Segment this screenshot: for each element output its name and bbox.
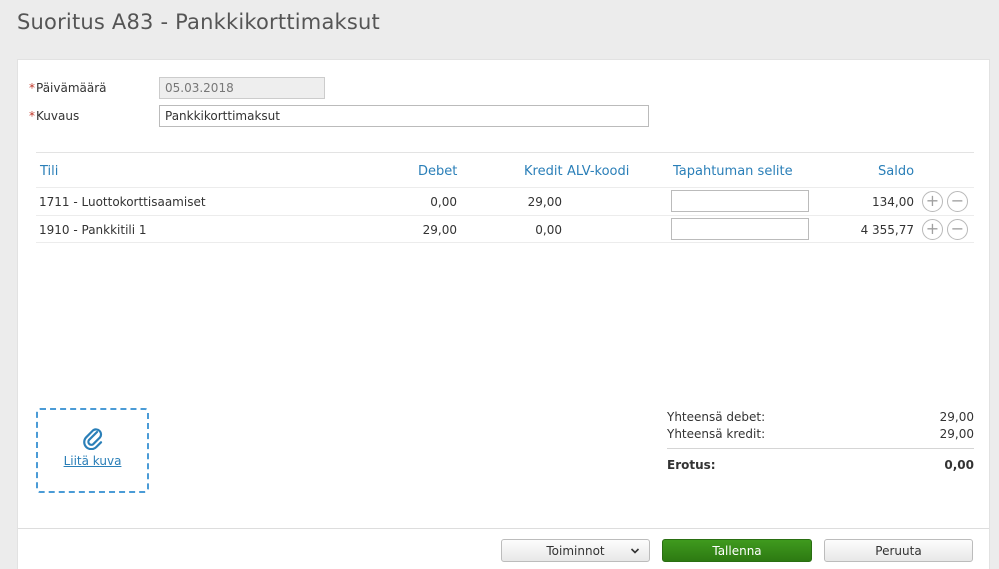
- header-vat-code[interactable]: ALV-koodi: [567, 164, 629, 179]
- required-mark: *: [29, 109, 35, 123]
- voucher-card: *Päivämäärä 05.03.2018 *Kuvaus Pankkikor…: [17, 59, 990, 569]
- cell-balance: 4 355,77: [860, 223, 914, 237]
- header-balance[interactable]: Saldo: [878, 164, 914, 179]
- add-row-button[interactable]: +: [922, 191, 943, 212]
- total-debit-row: Yhteensä debet: 29,00: [667, 410, 974, 427]
- table-row: 1711 - Luottokorttisaamiset 0,00 29,00 1…: [36, 187, 974, 215]
- totals-panel: Yhteensä debet: 29,00 Yhteensä kredit: 2…: [667, 410, 974, 475]
- explanation-input[interactable]: [671, 190, 809, 212]
- cell-account[interactable]: 1711 - Luottokorttisaamiset: [39, 195, 206, 209]
- description-label: *Kuvaus: [29, 109, 159, 123]
- date-label-text: Päivämäärä: [36, 81, 107, 95]
- explanation-input[interactable]: [671, 218, 809, 240]
- cell-account[interactable]: 1910 - Pankkitili 1: [39, 223, 147, 237]
- header-debit[interactable]: Debet: [418, 164, 457, 179]
- totals-divider: [667, 448, 974, 458]
- date-label: *Päivämäärä: [29, 81, 159, 95]
- grid-header: Tili Debet Kredit ALV-koodi Tapahtuman s…: [36, 152, 974, 187]
- header-explanation[interactable]: Tapahtuman selite: [673, 164, 793, 179]
- total-debit-value: 29,00: [939, 410, 974, 424]
- chevron-down-icon: [630, 548, 640, 554]
- actions-dropdown-label: Toiminnot: [546, 543, 605, 558]
- date-row: *Päivämäärä 05.03.2018: [29, 77, 325, 99]
- difference-label: Erotus:: [667, 458, 716, 472]
- header-account[interactable]: Tili: [40, 164, 58, 179]
- difference-row: Erotus: 0,00: [667, 458, 974, 475]
- remove-row-button[interactable]: −: [947, 191, 968, 212]
- total-credit-value: 29,00: [939, 427, 974, 441]
- table-row: 1910 - Pankkitili 1 29,00 0,00 4 355,77 …: [36, 215, 974, 243]
- plus-icon: +: [925, 191, 940, 210]
- remove-row-button[interactable]: −: [947, 219, 968, 240]
- cancel-button[interactable]: Peruuta: [824, 539, 973, 562]
- save-button[interactable]: Tallenna: [662, 539, 812, 562]
- cell-credit[interactable]: 29,00: [512, 195, 562, 209]
- add-row-button[interactable]: +: [922, 219, 943, 240]
- cell-debit[interactable]: 0,00: [406, 195, 457, 209]
- date-input[interactable]: 05.03.2018: [159, 77, 325, 99]
- entries-grid: Tili Debet Kredit ALV-koodi Tapahtuman s…: [36, 152, 974, 243]
- total-credit-label: Yhteensä kredit:: [667, 427, 766, 441]
- minus-icon: −: [950, 219, 965, 238]
- required-mark: *: [29, 81, 35, 95]
- plus-icon: +: [925, 219, 940, 238]
- minus-icon: −: [950, 191, 965, 210]
- total-credit-row: Yhteensä kredit: 29,00: [667, 427, 974, 444]
- cell-debit[interactable]: 29,00: [406, 223, 457, 237]
- attach-image-link[interactable]: Liitä kuva: [38, 454, 147, 468]
- description-input[interactable]: Pankkikorttimaksut: [159, 105, 649, 127]
- description-label-text: Kuvaus: [36, 109, 80, 123]
- header-credit[interactable]: Kredit: [524, 164, 563, 179]
- paperclip-icon: [83, 428, 103, 450]
- total-debit-label: Yhteensä debet:: [667, 410, 766, 424]
- page-title: Suoritus A83 - Pankkikorttimaksut: [17, 10, 380, 34]
- action-footer: Toiminnot Tallenna Peruuta: [18, 528, 989, 569]
- difference-value: 0,00: [944, 458, 974, 472]
- cell-balance: 134,00: [872, 195, 914, 209]
- description-row: *Kuvaus Pankkikorttimaksut: [29, 105, 649, 127]
- attach-image-dropzone[interactable]: Liitä kuva: [36, 408, 149, 493]
- actions-dropdown[interactable]: Toiminnot: [501, 539, 650, 562]
- cell-credit[interactable]: 0,00: [512, 223, 562, 237]
